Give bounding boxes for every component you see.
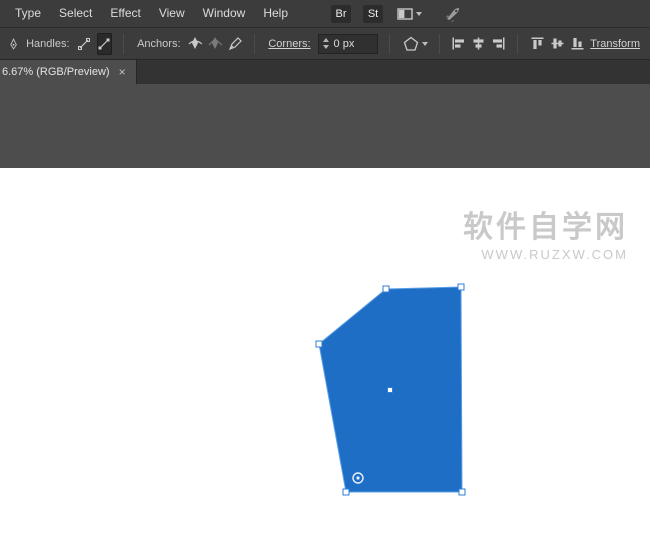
corners-link[interactable]: Corners: bbox=[268, 38, 310, 50]
divider bbox=[517, 34, 518, 54]
handles-label: Handles: bbox=[26, 38, 69, 50]
artboard[interactable]: 软件自学网 WWW.RUZXW.COM bbox=[0, 168, 650, 539]
gpu-performance-button[interactable] bbox=[444, 6, 462, 22]
pen-smooth-icon bbox=[188, 36, 203, 51]
menu-help[interactable]: Help bbox=[254, 0, 297, 27]
divider bbox=[254, 34, 255, 54]
show-handles-selected-button[interactable] bbox=[97, 33, 112, 55]
convert-anchor-corner-button[interactable] bbox=[208, 33, 223, 55]
menu-effect[interactable]: Effect bbox=[101, 0, 149, 27]
align-top-button[interactable] bbox=[529, 33, 544, 55]
illustrator-window: Type Select Effect View Window Help Br S… bbox=[0, 0, 650, 539]
align-bottom-icon bbox=[570, 36, 585, 51]
brushes-panel-button[interactable]: Br bbox=[331, 5, 351, 23]
canvas-shape-layer bbox=[0, 168, 650, 539]
align-top-icon bbox=[530, 36, 545, 51]
align-vertical-center-icon bbox=[550, 36, 565, 51]
align-horizontal-center-icon bbox=[471, 36, 486, 51]
convert-anchor-smooth-button[interactable] bbox=[188, 33, 203, 55]
menu-select[interactable]: Select bbox=[50, 0, 101, 27]
stepper-arrows[interactable] bbox=[323, 38, 329, 49]
menu-type[interactable]: Type bbox=[6, 0, 50, 27]
control-bar: Handles: Anchors: bbox=[0, 28, 650, 60]
align-left-button[interactable] bbox=[451, 33, 466, 55]
pasteboard[interactable] bbox=[0, 84, 650, 168]
document-tab-title: 6.67% (RGB/Preview) bbox=[2, 66, 110, 78]
stepper-up-icon[interactable] bbox=[323, 38, 329, 42]
anchor-point-tool-icon bbox=[8, 36, 19, 52]
divider bbox=[123, 34, 124, 54]
corner-radius-value[interactable]: 0 px bbox=[334, 38, 355, 50]
align-horizontal-center-button[interactable] bbox=[471, 33, 486, 55]
divider bbox=[389, 34, 390, 54]
corner-radius-stepper[interactable]: 0 px bbox=[318, 34, 378, 54]
transform-link[interactable]: Transform bbox=[590, 38, 640, 50]
align-right-button[interactable] bbox=[491, 33, 506, 55]
rocket-icon bbox=[444, 6, 462, 22]
menu-bar: Type Select Effect View Window Help Br S… bbox=[0, 0, 650, 28]
arrange-documents-button[interactable] bbox=[397, 7, 422, 21]
align-bottom-button[interactable] bbox=[570, 33, 585, 55]
menu-window[interactable]: Window bbox=[194, 0, 255, 27]
align-left-icon bbox=[451, 36, 466, 51]
align-right-icon bbox=[491, 36, 506, 51]
graphic-styles-panel-button[interactable]: St bbox=[363, 5, 383, 23]
tab-close-icon[interactable]: × bbox=[119, 66, 126, 78]
handles-shown-icon bbox=[97, 37, 111, 51]
remove-anchor-button[interactable] bbox=[228, 33, 243, 55]
show-handles-option-button[interactable] bbox=[77, 33, 92, 55]
chevron-down-icon bbox=[416, 12, 422, 16]
handles-hidden-icon bbox=[77, 37, 91, 51]
arrange-documents-icon bbox=[397, 7, 413, 21]
divider bbox=[439, 34, 440, 54]
chevron-down-icon bbox=[422, 42, 428, 46]
pencil-remove-icon bbox=[228, 36, 243, 51]
shape-options-dropdown[interactable] bbox=[403, 36, 428, 52]
align-vertical-center-button[interactable] bbox=[550, 33, 565, 55]
document-tab[interactable]: 6.67% (RGB/Preview) × bbox=[0, 60, 137, 84]
document-tab-bar: 6.67% (RGB/Preview) × bbox=[0, 60, 650, 84]
shape-center-point[interactable] bbox=[388, 388, 393, 393]
stepper-down-icon[interactable] bbox=[323, 45, 329, 49]
menu-view[interactable]: View bbox=[150, 0, 194, 27]
anchors-label: Anchors: bbox=[137, 38, 180, 50]
shape-icon bbox=[403, 36, 419, 52]
pen-corner-icon bbox=[208, 36, 223, 51]
